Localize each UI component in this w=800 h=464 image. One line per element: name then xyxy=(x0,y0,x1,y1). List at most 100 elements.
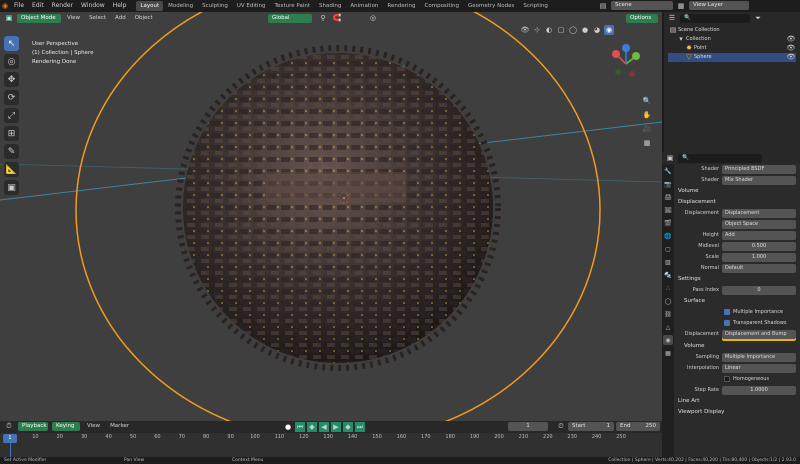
multiple-importance-row[interactable]: Multiple Importance xyxy=(674,307,800,317)
move-tool-icon[interactable]: ✥ xyxy=(4,72,19,87)
pan-hand-icon[interactable]: ✋ xyxy=(642,110,652,120)
homogeneous-checkbox[interactable] xyxy=(724,376,730,382)
tab-rendering[interactable]: Rendering xyxy=(383,1,419,11)
tab-uv-editing[interactable]: UV Editing xyxy=(233,1,270,11)
menu-edit[interactable]: Edit xyxy=(28,0,48,12)
menu-window[interactable]: Window xyxy=(77,0,109,12)
shader-field[interactable]: Mix Shader xyxy=(722,175,796,185)
collection-tab-icon[interactable]: ▢ xyxy=(663,244,673,254)
navigation-gizmo[interactable] xyxy=(602,40,650,88)
tab-animation[interactable]: Animation xyxy=(346,1,382,11)
object-tab-icon[interactable]: ▧ xyxy=(663,257,673,267)
menu-help[interactable]: Help xyxy=(109,0,131,12)
outliner-search-input[interactable]: 🔍 xyxy=(680,13,750,23)
tab-sculpting[interactable]: Sculpting xyxy=(198,1,232,11)
visibility-toggle-icon[interactable]: 👁 xyxy=(786,53,796,63)
pass-index-field[interactable]: 0 xyxy=(722,285,796,295)
constraints-tab-icon[interactable]: ⛓ xyxy=(663,309,673,319)
ortho-grid-icon[interactable]: ▦ xyxy=(642,138,652,148)
add-cube-tool-icon[interactable]: ▣ xyxy=(4,180,19,195)
material-tab-icon[interactable]: ◉ xyxy=(663,335,673,345)
scale-field[interactable]: 1.000 xyxy=(722,252,796,262)
jump-end-icon[interactable]: ⏭ xyxy=(355,422,365,432)
height-field[interactable]: Add xyxy=(722,230,796,240)
keying-dropdown[interactable]: Keying xyxy=(52,421,80,431)
gizmo-z-axis[interactable] xyxy=(622,44,630,52)
properties-editor-icon[interactable]: ▣ xyxy=(665,153,675,163)
jump-start-icon[interactable]: ⏮ xyxy=(295,422,305,432)
timeline-menu-view[interactable]: View xyxy=(84,423,103,429)
menu-render[interactable]: Render xyxy=(48,0,77,12)
displacement-panel-header[interactable]: Displacement xyxy=(674,197,800,208)
view-layer-tab-icon[interactable]: 🖼 xyxy=(663,205,673,215)
render-tab-icon[interactable]: 📷 xyxy=(663,179,673,189)
preview-range-icon[interactable]: ⏲ xyxy=(556,421,566,431)
timeline-menu-marker[interactable]: Marker xyxy=(107,423,132,429)
play-reverse-icon[interactable]: ◀ xyxy=(319,422,329,432)
next-keyframe-icon[interactable]: ◆ xyxy=(343,422,353,432)
filter-icon[interactable]: ⏷ xyxy=(753,13,763,23)
current-frame-field[interactable]: 1 xyxy=(508,422,548,431)
volume-panel-header[interactable]: Volume xyxy=(674,186,800,197)
line-art-panel-header[interactable]: Line Art xyxy=(674,396,800,407)
transparent-shadows-row[interactable]: Transparent Shadows xyxy=(674,318,800,328)
scene-tab-icon[interactable]: 🎬 xyxy=(663,218,673,228)
shader-field[interactable]: Principled BSDF xyxy=(722,164,796,174)
timeline-ruler[interactable]: 1102030405060708090100110120130140150160… xyxy=(0,433,662,457)
annotate-tool-icon[interactable]: ✎ xyxy=(4,144,19,159)
modifier-tab-icon[interactable]: 🔩 xyxy=(663,270,673,280)
tab-compositing[interactable]: Compositing xyxy=(421,1,463,11)
timeline-editor-icon[interactable]: ⏱ xyxy=(4,421,14,431)
3d-viewport[interactable]: ▣ Object Mode View Select Add Object Glo… xyxy=(0,12,662,421)
menu-file[interactable]: File xyxy=(10,0,28,12)
outliner-row-sphere[interactable]: ▽ Sphere 👁 xyxy=(668,53,796,62)
camera-view-icon[interactable]: 🎥 xyxy=(642,124,652,134)
physics-tab-icon[interactable]: ◯ xyxy=(663,296,673,306)
transparent-shadows-checkbox[interactable] xyxy=(724,320,730,326)
blender-logo-icon[interactable]: ◉ xyxy=(0,1,10,11)
prev-keyframe-icon[interactable]: ◆ xyxy=(307,422,317,432)
view-layer-field[interactable]: View Layer xyxy=(689,1,749,10)
scene-field[interactable]: Scene xyxy=(611,1,673,10)
tab-modeling[interactable]: Modeling xyxy=(164,1,197,11)
settings-panel-header[interactable]: Settings xyxy=(674,274,800,285)
rotate-tool-icon[interactable]: ⟳ xyxy=(4,90,19,105)
play-icon[interactable]: ▶ xyxy=(331,422,341,432)
step-rate-field[interactable]: 1.0000 xyxy=(722,385,796,395)
gizmo-x-axis[interactable] xyxy=(612,50,620,58)
texture-tab-icon[interactable]: ▦ xyxy=(663,348,673,358)
record-icon[interactable]: ● xyxy=(283,422,293,432)
tab-geometry-nodes[interactable]: Geometry Nodes xyxy=(464,1,518,11)
scale-tool-icon[interactable]: ⤢ xyxy=(4,108,19,123)
outliner-editor-icon[interactable]: ☰ xyxy=(667,13,677,23)
particles-tab-icon[interactable]: ∴ xyxy=(663,283,673,293)
properties-search-input[interactable]: 🔍 xyxy=(678,153,762,163)
tab-scripting[interactable]: Scripting xyxy=(519,1,551,11)
tool-tab-icon[interactable]: 🔧 xyxy=(663,166,673,176)
tab-shading[interactable]: Shading xyxy=(315,1,345,11)
playhead-frame-indicator[interactable]: 1 xyxy=(3,434,17,443)
outliner-row-scene-collection[interactable]: ▤ Scene Collection xyxy=(668,26,796,35)
multiple-importance-checkbox[interactable] xyxy=(724,309,730,315)
homogeneous-row[interactable]: Homogeneous xyxy=(674,374,800,384)
viewport-display-panel-header[interactable]: Viewport Display xyxy=(674,407,800,418)
interpolation-dropdown[interactable]: Linear xyxy=(722,363,796,373)
tab-texture-paint[interactable]: Texture Paint xyxy=(271,1,315,11)
end-frame-field[interactable]: End 250 xyxy=(616,422,660,431)
sampling-dropdown[interactable]: Multiple Importance xyxy=(722,352,796,362)
cursor-tool-icon[interactable]: ◎ xyxy=(4,54,19,69)
measure-tool-icon[interactable]: 📐 xyxy=(4,162,19,177)
playback-dropdown[interactable]: Playback xyxy=(18,421,48,431)
gizmo-neg-x[interactable] xyxy=(629,71,635,77)
normal-field[interactable]: Default xyxy=(722,263,796,273)
displacement-node-field[interactable]: Displacement xyxy=(722,208,796,218)
start-frame-field[interactable]: Start 1 xyxy=(568,422,614,431)
select-box-tool-icon[interactable]: ↖ xyxy=(4,36,19,51)
gizmo-neg-y[interactable] xyxy=(615,69,621,75)
volume-subpanel-header[interactable]: Volume xyxy=(674,341,800,352)
output-tab-icon[interactable]: 🖨 xyxy=(663,192,673,202)
transform-tool-icon[interactable]: ⊞ xyxy=(4,126,19,141)
tab-layout[interactable]: Layout xyxy=(136,1,164,11)
space-dropdown[interactable]: Object Space xyxy=(722,219,796,229)
data-tab-icon[interactable]: △ xyxy=(663,322,673,332)
